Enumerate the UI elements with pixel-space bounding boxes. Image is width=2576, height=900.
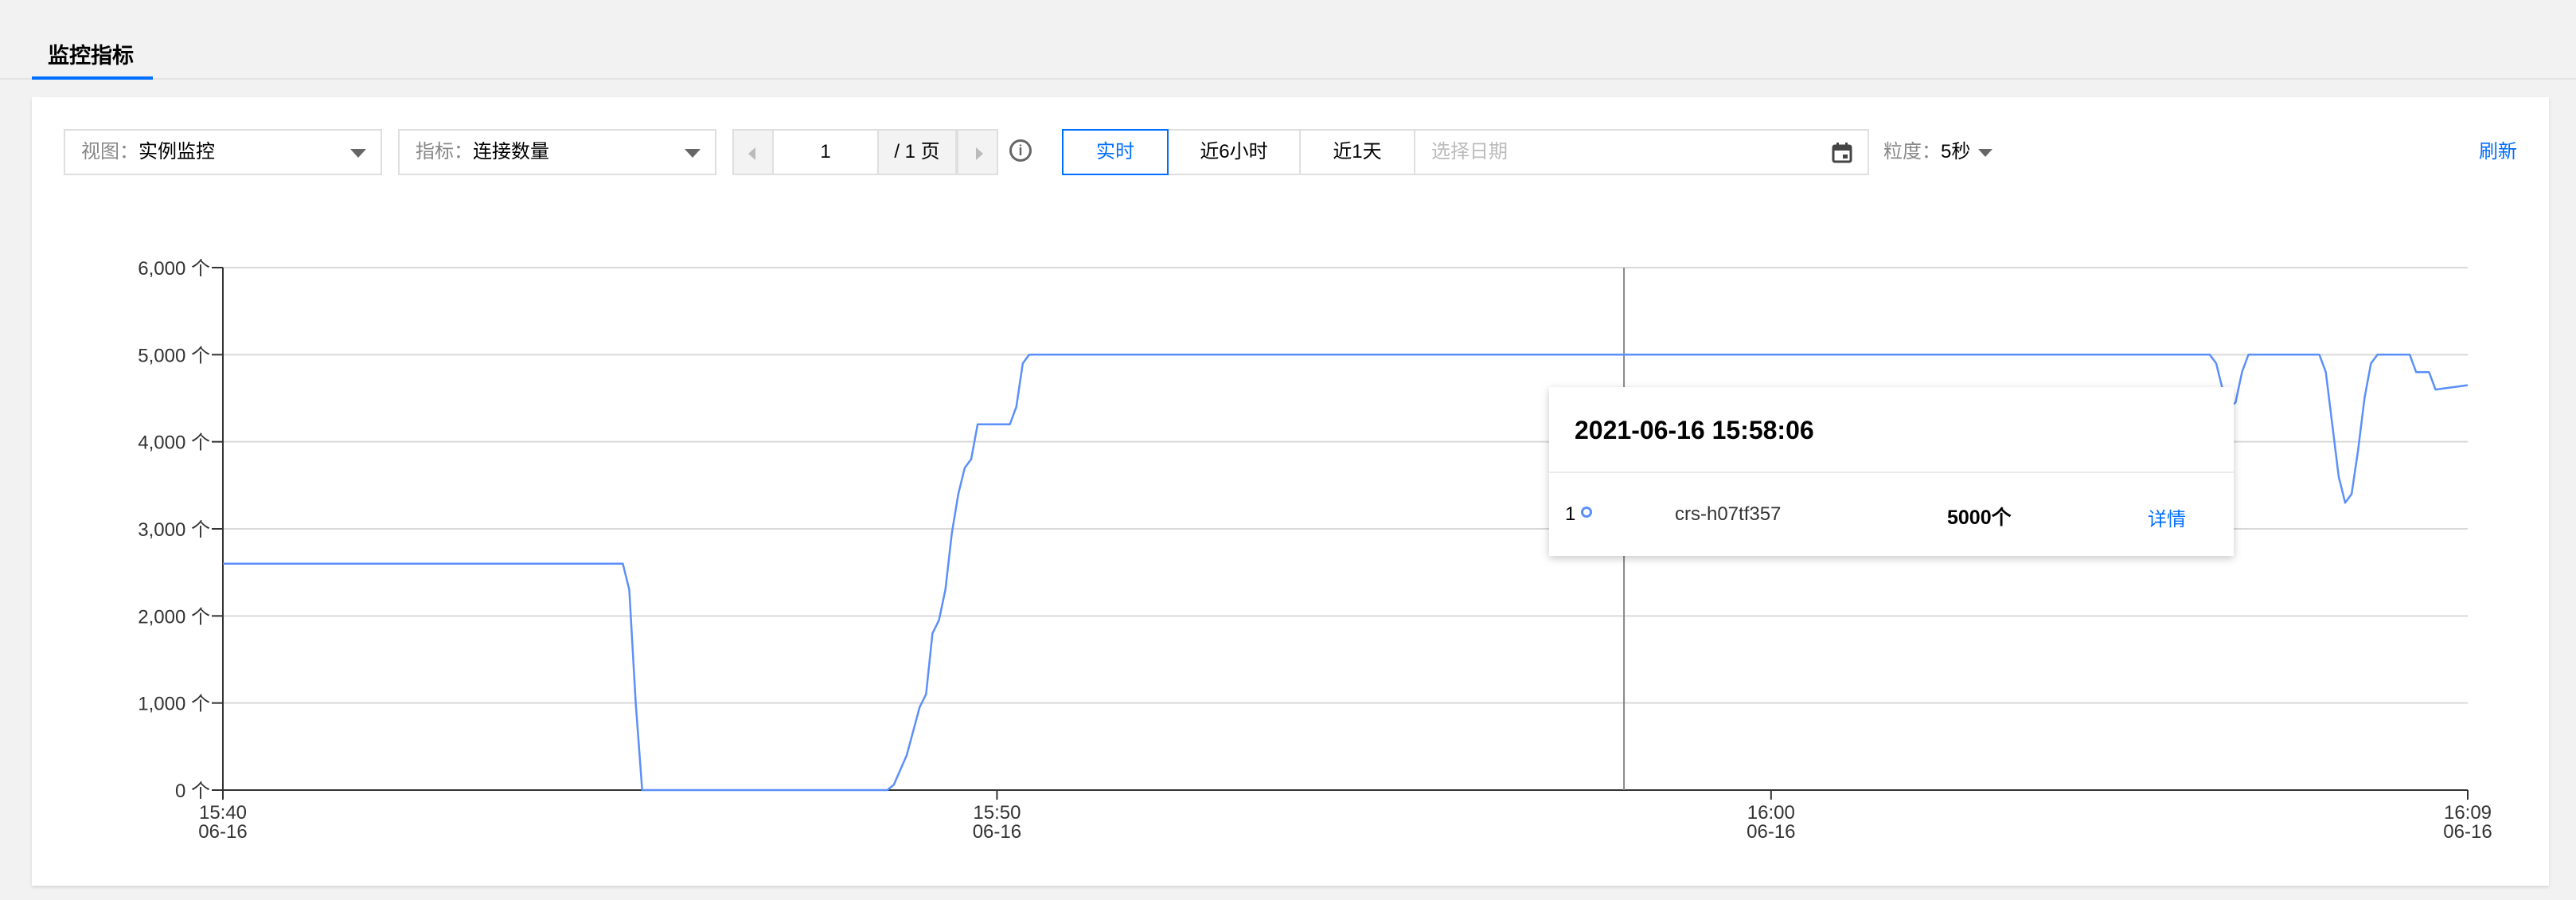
y-tick-label: 5,000 个: [138, 345, 210, 366]
x-tick-label: 15:50: [973, 802, 1021, 824]
y-tick-label: 0 个: [175, 781, 210, 802]
tooltip-instance: crs-h07tf357: [1675, 503, 1782, 525]
range-realtime-button[interactable]: 实时: [1062, 129, 1169, 175]
x-tick-date: 06-16: [973, 821, 1021, 843]
x-tick-date: 06-16: [1747, 821, 1795, 843]
y-tick-label: 6,000 个: [138, 258, 210, 280]
x-tick-date: 06-16: [198, 821, 247, 843]
x-tick-label: 16:09: [2444, 802, 2492, 824]
tooltip-time: 2021-06-16 15:58:06: [1575, 416, 1814, 444]
series-dot-icon: [1581, 507, 1592, 518]
y-tick-label: 3,000 个: [138, 519, 210, 541]
tooltip-row: 1 crs-h07tf357 5000个 详情: [1549, 473, 2234, 556]
tooltip-detail-link[interactable]: 详情: [2148, 503, 2186, 531]
y-tick-label: 4,000 个: [138, 432, 210, 454]
tooltip-value: 5000个: [1947, 507, 2012, 529]
y-tick-label: 2,000 个: [138, 606, 210, 628]
y-tick-label: 1,000 个: [138, 694, 210, 715]
x-tick-label: 16:00: [1747, 802, 1795, 824]
tooltip-index: 1: [1565, 503, 1576, 525]
x-tick-date: 06-16: [2443, 821, 2492, 843]
chart-tooltip: 2021-06-16 15:58:06 1 crs-h07tf357 5000个…: [1549, 387, 2234, 556]
x-tick-label: 15:40: [199, 802, 247, 824]
